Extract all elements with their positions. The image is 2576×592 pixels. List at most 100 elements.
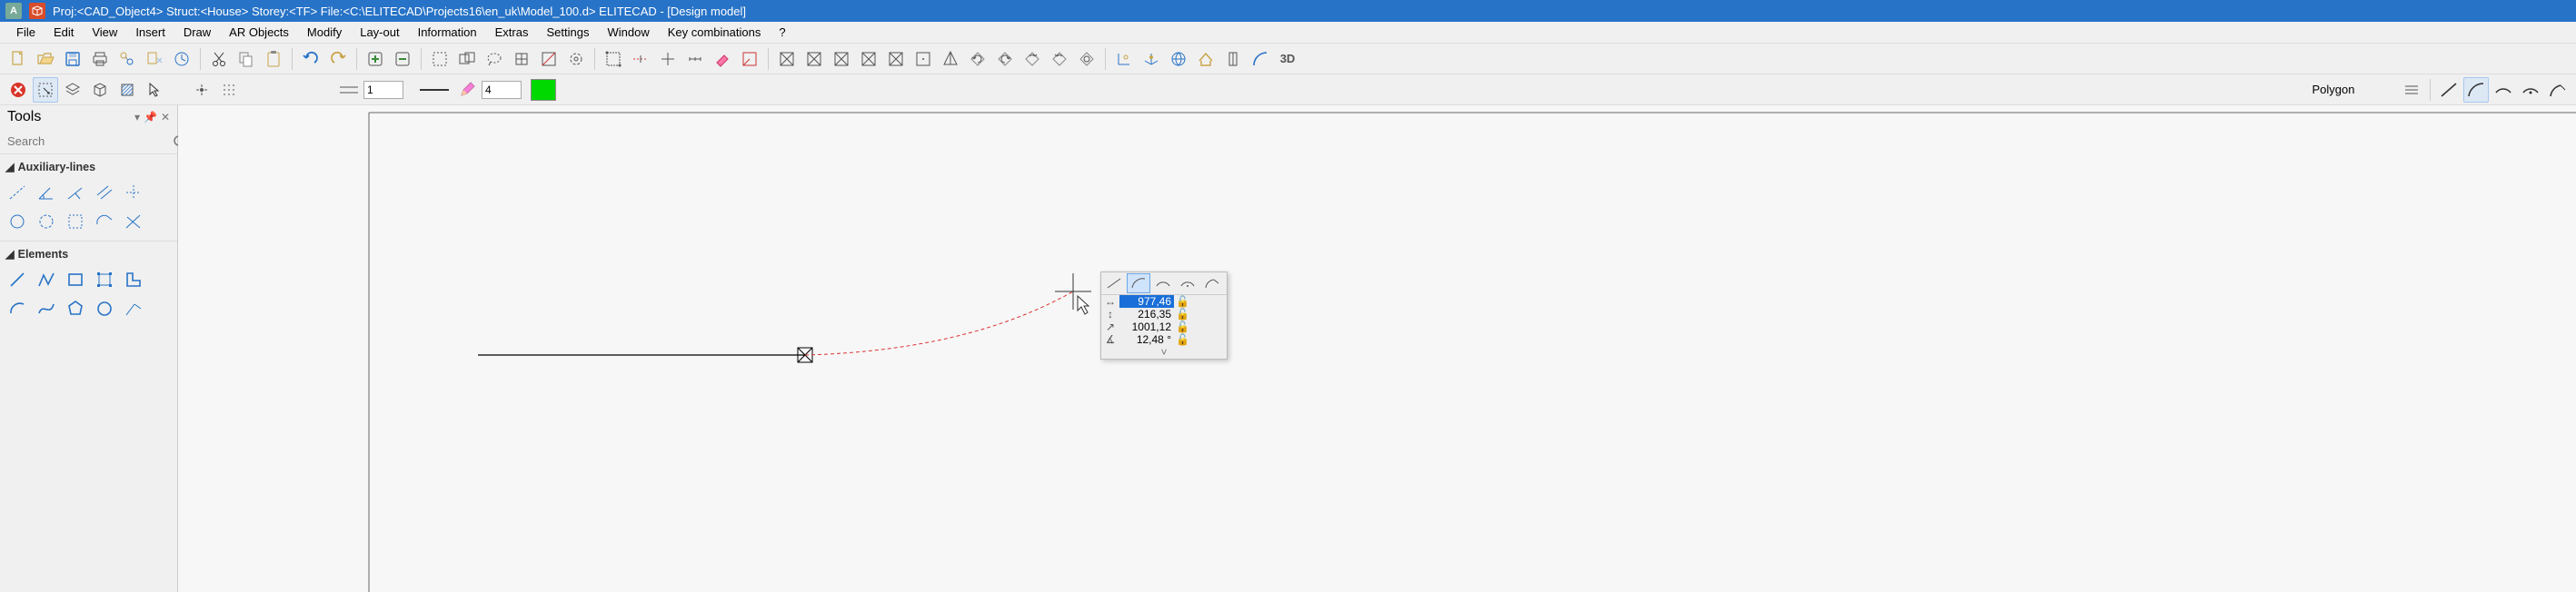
dy-lock-icon[interactable]: 🔓 (1176, 308, 1190, 321)
section-aux-lines[interactable]: ◢ Auxiliary-lines (0, 153, 177, 177)
marquee-button[interactable] (33, 77, 58, 103)
aux-angle-icon[interactable] (33, 179, 60, 206)
viewbox-3-button[interactable] (829, 46, 854, 72)
cut-button[interactable] (206, 46, 232, 72)
grid-button[interactable] (216, 77, 242, 103)
draw-arc-tangent-button[interactable] (2463, 77, 2489, 103)
open-file-button[interactable] (33, 46, 58, 72)
length-value[interactable]: 1001,12 (1119, 321, 1174, 333)
dropdown-icon[interactable]: ▾ (134, 111, 140, 123)
elem-rect-icon[interactable] (62, 266, 89, 293)
menu-settings[interactable]: Settings (537, 23, 598, 42)
length-lock-icon[interactable]: 🔓 (1176, 321, 1190, 333)
block-button[interactable] (87, 77, 113, 103)
elem-polyline-icon[interactable] (33, 266, 60, 293)
elem-rect-handles-icon[interactable] (91, 266, 118, 293)
menu-modify[interactable]: Modify (298, 23, 351, 42)
zoom-in-button[interactable] (363, 46, 388, 72)
eraser-button[interactable] (710, 46, 735, 72)
viewbox-6-button[interactable] (910, 46, 936, 72)
palette-arc-3pt-icon[interactable] (1151, 273, 1175, 293)
point-button[interactable] (189, 77, 214, 103)
rotate-left-button[interactable] (965, 46, 990, 72)
elem-line-icon[interactable] (4, 266, 31, 293)
snap-perp-button[interactable] (655, 46, 681, 72)
dx-lock-icon[interactable]: 🔓 (1176, 295, 1190, 308)
copy-props-button[interactable] (114, 46, 140, 72)
aux-perp-icon[interactable] (62, 179, 89, 206)
dx-value[interactable]: 977,46 (1119, 295, 1174, 308)
elem-lshape-icon[interactable] (120, 266, 147, 293)
column-button[interactable] (1220, 46, 1246, 72)
menu-file[interactable]: File (7, 23, 45, 42)
paste-button[interactable] (261, 46, 286, 72)
elem-circle-icon[interactable] (91, 295, 118, 322)
aux-rect-dashed-icon[interactable] (62, 208, 89, 235)
mode-label[interactable]: Polygon (2270, 81, 2397, 98)
pin-icon[interactable]: 📌 (144, 111, 157, 123)
aux-cross-icon[interactable] (120, 179, 147, 206)
aux-line-dashed-icon[interactable] (4, 179, 31, 206)
dy-value[interactable]: 216,35 (1119, 308, 1174, 321)
large-arc-button[interactable] (1248, 46, 1273, 72)
palette-line-icon[interactable] (1102, 273, 1126, 293)
pen-input[interactable] (482, 81, 522, 99)
elem-tangent-line-icon[interactable] (120, 295, 147, 322)
rotate-cw-button[interactable] (1019, 46, 1045, 72)
edit-polyline-button[interactable] (737, 46, 762, 72)
elem-spline-icon[interactable] (33, 295, 60, 322)
menu-layout[interactable]: Lay-out (351, 23, 408, 42)
prism-3d-button[interactable] (938, 46, 963, 72)
hatch-button[interactable] (114, 77, 140, 103)
lineweight-button[interactable] (416, 77, 453, 103)
copy-button[interactable] (234, 46, 259, 72)
layers-button[interactable] (60, 77, 85, 103)
snap-mid-button[interactable] (628, 46, 653, 72)
menu-extras[interactable]: Extras (486, 23, 538, 42)
draw-arc-3pt-button[interactable] (2491, 77, 2516, 103)
linetype-button[interactable] (336, 77, 362, 103)
section-elements[interactable]: ◢ Elements (0, 241, 177, 264)
save-button[interactable] (60, 46, 85, 72)
palette-expand[interactable]: ˅ (1101, 346, 1227, 359)
print-button[interactable] (87, 46, 113, 72)
canvas-area[interactable]: ↔ 977,46 🔓 ↕ 216,35 🔓 ↗ 1001,12 🔓 ∡ 12,4… (178, 105, 2576, 592)
drawing-canvas[interactable] (178, 105, 2576, 592)
sel-cycle-button[interactable] (563, 46, 589, 72)
pencil-button[interactable] (454, 77, 480, 103)
coordinate-palette[interactable]: ↔ 977,46 🔓 ↕ 216,35 🔓 ↗ 1001,12 🔓 ∡ 12,4… (1100, 271, 1228, 360)
angle-lock-icon[interactable]: 🔓 (1176, 333, 1190, 346)
aux-intersect-icon[interactable] (120, 208, 147, 235)
palette-arc-tangent-icon[interactable] (1127, 273, 1150, 293)
snap-grid-button[interactable] (601, 46, 626, 72)
menu-ar-objects[interactable]: AR Objects (220, 23, 298, 42)
rotate-ccw-button[interactable] (1047, 46, 1072, 72)
pointer-button[interactable] (142, 77, 167, 103)
sel-lasso-button[interactable] (482, 46, 507, 72)
menu-edit[interactable]: Edit (45, 23, 83, 42)
menu-window[interactable]: Window (598, 23, 658, 42)
draw-arc-center-button[interactable] (2518, 77, 2543, 103)
menu-lines-button[interactable] (2399, 77, 2424, 103)
recent-button[interactable] (169, 46, 194, 72)
redo-button[interactable] (325, 46, 351, 72)
sel-crossing-button[interactable] (454, 46, 480, 72)
palette-arc-end-icon[interactable] (1200, 273, 1224, 293)
aux-tangent-icon[interactable] (91, 208, 118, 235)
sel-edit-button[interactable] (536, 46, 562, 72)
viewbox-1-button[interactable] (774, 46, 800, 72)
menu-insert[interactable]: Insert (126, 23, 174, 42)
coord-toggle-button[interactable] (1111, 46, 1137, 72)
roof-button[interactable] (1193, 46, 1218, 72)
menu-key-combinations[interactable]: Key combinations (659, 23, 771, 42)
menu-draw[interactable]: Draw (174, 23, 220, 42)
undo-button[interactable] (298, 46, 323, 72)
menu-information[interactable]: Information (409, 23, 486, 42)
snap-center-button[interactable] (682, 46, 708, 72)
new-file-button[interactable] (5, 46, 31, 72)
elem-arc-icon[interactable] (4, 295, 31, 322)
aux-parallel-icon[interactable] (91, 179, 118, 206)
viewbox-5-button[interactable] (883, 46, 909, 72)
paste-props-button[interactable] (142, 46, 167, 72)
aux-circle-dashed-icon[interactable] (33, 208, 60, 235)
